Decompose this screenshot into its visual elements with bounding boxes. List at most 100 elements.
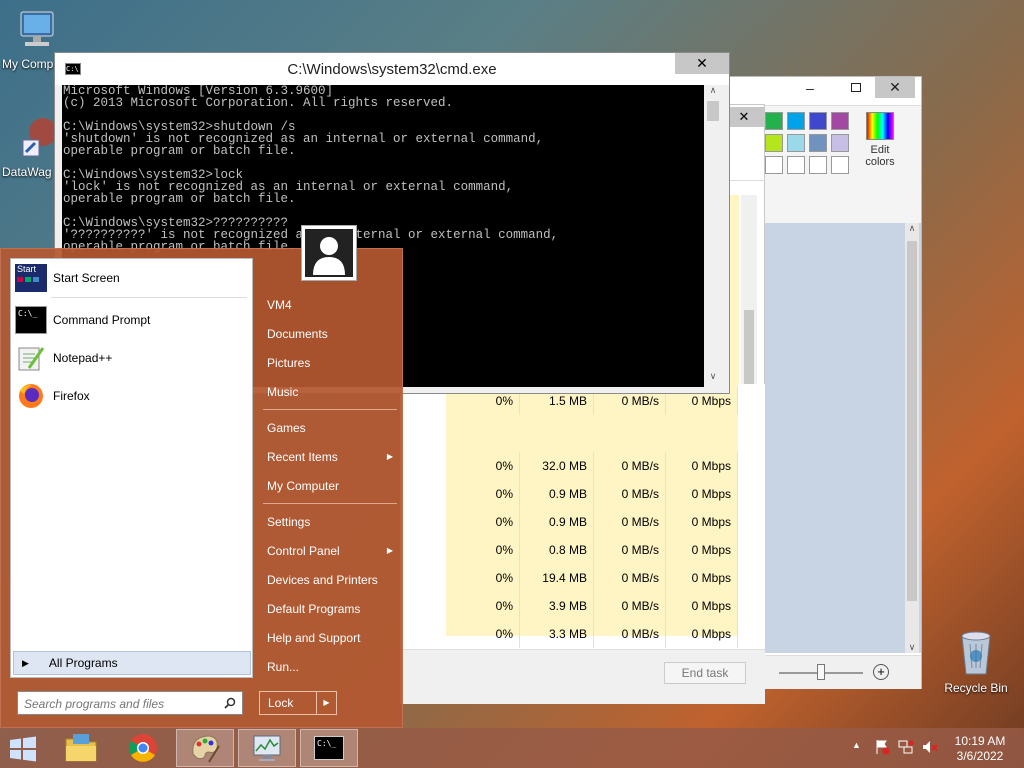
search-input[interactable] — [24, 697, 214, 711]
start-menu-item-vm4[interactable]: VM4 — [259, 292, 399, 318]
submenu-arrow-icon: ▶ — [386, 546, 393, 555]
pinned-item-notepad-plus-plus[interactable]: Notepad++ — [15, 341, 247, 375]
edit-colors-button[interactable]: Edit colors — [855, 108, 905, 180]
pinned-item-label: Notepad++ — [53, 351, 113, 365]
zoom-slider-thumb[interactable] — [817, 664, 825, 680]
table-row[interactable]: 0% 3.3 MB 0 MB/s 0 Mbps — [446, 620, 738, 648]
color-swatch-light-turquoise[interactable] — [787, 134, 805, 152]
taskbar-file-explorer[interactable] — [52, 729, 110, 767]
color-swatch-green[interactable] — [765, 112, 783, 130]
taskbar-paint[interactable] — [176, 729, 234, 767]
close-button[interactable]: ✕ — [875, 77, 915, 98]
disk-cell: 0 MB/s — [594, 536, 666, 564]
start-menu-item-documents[interactable]: Documents — [259, 321, 399, 347]
memory-cell: 3.9 MB — [520, 592, 594, 620]
start-menu-item-pictures[interactable]: Pictures — [259, 350, 399, 376]
table-row[interactable]: 0% 0.9 MB 0 MB/s 0 Mbps — [446, 480, 738, 508]
pinned-item-start-screen[interactable]: Start Start Screen — [15, 261, 247, 295]
start-menu-item-devices-and-printers[interactable]: Devices and Printers — [259, 567, 399, 593]
network-cell: 0 Mbps — [666, 508, 738, 536]
paint-canvas-area[interactable]: ∧ ∨ — [763, 223, 921, 653]
user-avatar[interactable] — [301, 225, 357, 281]
start-menu-item-games[interactable]: Games — [259, 415, 399, 441]
table-row[interactable]: 0% 0.9 MB 0 MB/s 0 Mbps — [446, 508, 738, 536]
console-line: (c) 2013 Microsoft Corporation. All righ… — [63, 96, 454, 110]
table-row[interactable]: 0% 19.4 MB 0 MB/s 0 Mbps — [446, 564, 738, 592]
start-menu-item-settings[interactable]: Settings — [259, 509, 399, 535]
memory-cell: 19.4 MB — [520, 564, 594, 592]
maximize-button[interactable] — [833, 77, 879, 98]
memory-cell: 0.9 MB — [520, 480, 594, 508]
taskbar-chrome[interactable] — [114, 729, 172, 767]
search-icon[interactable] — [224, 697, 236, 709]
action-center-flag-icon[interactable] — [874, 739, 890, 755]
color-swatch-blue-gray[interactable] — [809, 134, 827, 152]
color-swatch-turquoise[interactable] — [787, 112, 805, 130]
desktop-icon-label: Recycle Bin — [944, 681, 1008, 695]
volume-muted-icon[interactable] — [922, 739, 938, 755]
show-hidden-icons-button[interactable]: ▲ — [852, 740, 861, 750]
start-button[interactable] — [8, 736, 38, 762]
start-screen-icon: Start — [15, 264, 47, 292]
disk-cell: 0 MB/s — [594, 452, 666, 480]
pinned-item-firefox[interactable]: Firefox — [15, 379, 247, 413]
task-manager-process-list: 0% 1.5 MB 0 MB/s 0 Mbps 0% 32.0 MB 0 MB/… — [400, 384, 765, 704]
memory-cell: 32.0 MB — [520, 452, 594, 480]
paint-titlebar[interactable]: – ✕ — [701, 77, 921, 105]
start-menu-item-control-panel[interactable]: Control Panel ▶ — [259, 538, 399, 564]
lock-options-arrow-icon[interactable]: ▶ — [316, 692, 336, 714]
disk-cell: 0 MB/s — [594, 592, 666, 620]
color-swatch-lime[interactable] — [765, 134, 783, 152]
submenu-arrow-icon: ▶ — [386, 452, 393, 461]
vertical-scrollbar[interactable]: ∧ ∨ — [704, 85, 722, 387]
search-box[interactable] — [17, 691, 243, 715]
task-manager-footer: End task — [400, 649, 765, 704]
pinned-divider — [51, 297, 247, 298]
table-row[interactable]: 0% 0.8 MB 0 MB/s 0 Mbps — [446, 536, 738, 564]
color-swatch-lavender[interactable] — [831, 134, 849, 152]
color-swatch-empty[interactable] — [809, 156, 827, 174]
scroll-up-icon[interactable]: ∧ — [905, 223, 919, 234]
color-swatch-empty[interactable] — [831, 156, 849, 174]
pinned-item-label: Firefox — [53, 389, 90, 403]
network-cell: 0 Mbps — [666, 480, 738, 508]
start-menu-item-my-computer[interactable]: My Computer — [259, 473, 399, 499]
lock-button[interactable]: Lock ▶ — [259, 691, 337, 715]
all-programs-button[interactable]: ▶ All Programs — [13, 651, 251, 675]
clock-time: 10:19 AM — [954, 734, 1006, 748]
paint-status-bar: + — [763, 655, 921, 689]
scroll-down-icon[interactable]: ∨ — [905, 642, 919, 653]
color-swatch-purple[interactable] — [831, 112, 849, 130]
cmd-titlebar[interactable]: C:\ C:\Windows\system32\cmd.exe ✕ — [55, 53, 729, 85]
pinned-item-label: Start Screen — [53, 271, 120, 285]
scroll-thumb[interactable] — [707, 101, 719, 121]
task-manager-icon — [253, 735, 281, 761]
network-icon[interactable] — [898, 739, 914, 755]
minimize-button[interactable]: – — [787, 77, 833, 98]
table-row[interactable]: 0% 3.9 MB 0 MB/s 0 Mbps — [446, 592, 738, 620]
pinned-item-command-prompt[interactable]: C:\_ Command Prompt — [15, 303, 247, 337]
scroll-down-icon[interactable]: ∨ — [704, 371, 722, 382]
taskbar-task-manager[interactable] — [238, 729, 296, 767]
scroll-thumb[interactable] — [907, 241, 917, 601]
paint-icon — [192, 735, 220, 763]
window-title: C:\Windows\system32\cmd.exe — [287, 61, 497, 78]
vertical-scrollbar[interactable]: ∧ ∨ — [905, 223, 919, 653]
start-menu-item-recent-items[interactable]: Recent Items ▶ — [259, 444, 399, 470]
color-swatch-indigo[interactable] — [809, 112, 827, 130]
taskbar-command-prompt[interactable]: C:\_ — [300, 729, 358, 767]
close-button[interactable]: ✕ — [675, 53, 729, 74]
zoom-in-button[interactable]: + — [873, 664, 889, 680]
table-row[interactable]: 0% 32.0 MB 0 MB/s 0 Mbps — [446, 452, 738, 480]
start-menu-item-music[interactable]: Music — [259, 379, 399, 405]
start-menu-item-help-and-support[interactable]: Help and Support — [259, 625, 399, 651]
start-menu: Start Start Screen C:\_ Command Prompt N… — [0, 225, 403, 728]
clock[interactable]: 10:19 AM 3/6/2022 — [944, 734, 1016, 764]
desktop-icon-recycle-bin[interactable]: Recycle Bin — [940, 630, 1012, 695]
start-menu-item-run[interactable]: Run... — [259, 654, 399, 680]
scroll-up-icon[interactable]: ∧ — [704, 85, 722, 96]
color-swatch-empty[interactable] — [787, 156, 805, 174]
start-menu-item-default-programs[interactable]: Default Programs — [259, 596, 399, 622]
end-task-button[interactable]: End task — [664, 662, 746, 684]
color-swatch-empty[interactable] — [765, 156, 783, 174]
